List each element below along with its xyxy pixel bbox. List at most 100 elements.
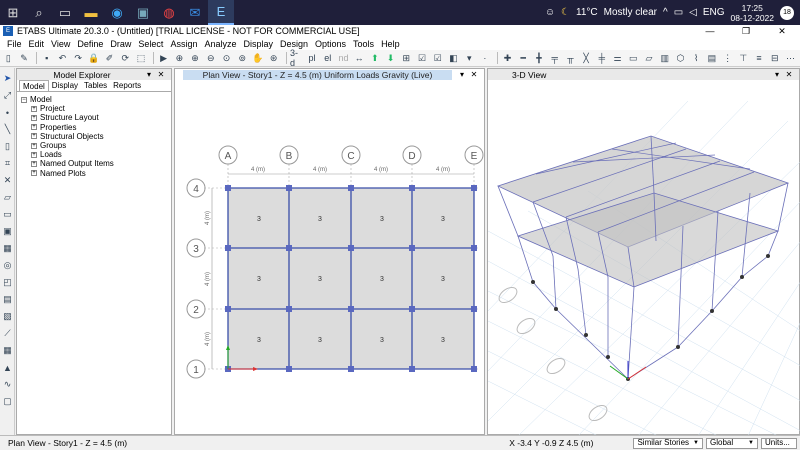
draw-slab-icon[interactable]: ▱ [643,52,656,65]
menu-tools[interactable]: Tools [350,39,378,49]
weather-temp[interactable]: 11°C [576,7,598,18]
mail-icon[interactable]: ✉ [182,0,208,25]
menu-options[interactable]: Options [312,39,350,49]
undo-icon[interactable]: ↶ [56,52,69,65]
menu-design[interactable]: Design [277,39,312,49]
lock-icon[interactable]: 🔒 [88,52,101,65]
draw-braces-icon[interactable]: ✕ [1,174,14,187]
select-icon[interactable]: ☑ [431,52,444,65]
draw-section-icon[interactable]: ╋ [533,52,546,65]
units-button[interactable]: Units... [761,437,797,449]
draw-grid-icon[interactable]: ⊟ [768,52,781,65]
draw-text-icon[interactable]: ≡ [753,52,766,65]
draw-reference-icon[interactable]: ⊤ [737,52,750,65]
save-icon[interactable]: ▪ [40,52,53,65]
zoom-out-icon[interactable]: ⊖ [204,52,217,65]
draw-link-vertical-icon[interactable]: ◰ [1,276,14,289]
expand-icon[interactable]: + [31,133,37,140]
volume-icon[interactable]: ◁ [689,7,697,18]
view-3d-button[interactable]: 3-d [290,48,303,68]
tree-item-structural-objects[interactable]: + Structural Objects [31,132,167,141]
quick-draw-area-icon[interactable]: ▣ [1,225,14,238]
grid-bubble-E[interactable]: E [464,145,484,188]
grid-bubble-B[interactable]: B [279,145,299,188]
redo-icon[interactable]: ↷ [72,52,85,65]
edge-browser-icon[interactable]: ◉ [104,0,130,25]
windows-start-icon[interactable]: ⊞ [0,0,26,25]
rotate-icon[interactable]: ⊛ [267,52,280,65]
expand-icon[interactable]: + [31,115,37,121]
view-elevation-button[interactable]: el [321,52,334,65]
draw-opening-icon[interactable]: ⬡ [674,52,687,65]
pan-icon[interactable]: ✋ [252,52,265,65]
menu-select[interactable]: Select [135,39,167,49]
tree-item-groups[interactable]: + Groups [31,141,167,150]
new-model-icon[interactable]: ▯ [2,52,15,65]
dropdown-icon[interactable]: ▾ [463,52,476,65]
draw-wall-vertical-icon[interactable]: ▦ [1,242,14,255]
expand-icon[interactable]: + [31,170,37,177]
draw-beam-icon[interactable]: ╤ [548,52,561,65]
chrome-icon[interactable]: ◍ [156,0,182,25]
panel-dropdown-icon[interactable]: ▾ [143,70,155,79]
menu-edit[interactable]: Edit [26,39,49,49]
grid-icon[interactable]: ⊞ [400,52,413,65]
view-nd-button[interactable]: nd [337,52,350,65]
draw-wave-icon[interactable]: ∿ [1,378,14,391]
plan-view-canvas[interactable]: A B C D E 4 3 2 1 4 (m) 4 (m) 4 (m) 4 (m… [175,81,486,436]
draw-dimension-line-icon[interactable]: ⟋ [1,327,14,340]
display-options-icon[interactable]: ◧ [447,52,460,65]
tree-item-named-plots[interactable]: + Named Plots [31,169,167,178]
draw-dimension-icon[interactable]: ⋮ [721,52,734,65]
coordinate-system-dropdown[interactable]: Global ▼ [706,437,758,449]
tab-tables[interactable]: Tables [81,80,110,91]
notification-badge[interactable]: 18 [780,5,794,20]
clock[interactable]: 17:25 08-12-2022 [731,3,774,23]
collapse-icon[interactable]: − [21,96,27,103]
draw-joint-vertical-icon[interactable]: • [1,106,14,119]
panel-close-icon[interactable]: ✕ [468,70,480,79]
quick-draw-icon[interactable]: ⌗ [1,157,14,170]
file-explorer-icon[interactable]: ▬ [78,0,104,25]
move-up-icon[interactable]: ⬆ [369,52,382,65]
expand-icon[interactable]: + [31,124,37,131]
draw-line-icon[interactable]: ╲ [1,123,14,136]
tab-display[interactable]: Display [49,80,81,91]
select-all-icon[interactable]: ☑ [416,52,429,65]
draw-grid-vertical-icon[interactable]: ▦ [1,344,14,357]
menu-define[interactable]: Define [74,39,107,49]
draw-floor-icon[interactable]: ▭ [627,52,640,65]
view-3d-window[interactable]: 3-D View ▾ ✕ [487,68,800,436]
draw-secondary-beam-icon[interactable]: ╪ [596,52,609,65]
draw-column-icon[interactable]: ╥ [564,52,577,65]
run-analysis-icon[interactable]: ▶ [157,52,170,65]
shrink-objects-icon[interactable]: · [479,52,492,65]
refresh-icon[interactable]: ⟳ [119,52,132,65]
grid-bubble-4[interactable]: 4 [186,178,206,198]
tree-item-named-output-items[interactable]: + Named Output Items [31,159,167,168]
draw-stairs-icon[interactable]: ▢ [1,395,14,408]
plan-view-window[interactable]: Plan View - Story1 - Z = 4.5 (m) Uniform… [174,68,485,435]
expand-icon[interactable]: + [31,161,37,168]
draw-rebar-icon[interactable]: ▤ [706,52,719,65]
grid-bubble-3[interactable]: 3 [186,238,206,258]
draw-frame-icon[interactable]: ━ [517,52,530,65]
grid-bubble-2[interactable]: 2 [186,299,206,319]
panel-dropdown-icon[interactable]: ▾ [771,70,783,79]
more-tools-icon[interactable]: ⋯ [784,52,797,65]
expand-icon[interactable]: + [31,105,37,112]
draw-rebar-vertical-icon[interactable]: ▧ [1,310,14,323]
zoom-in-icon[interactable]: ⊕ [189,52,202,65]
similar-stories-dropdown[interactable]: Similar Stories ▼ [633,437,703,449]
restore-icon[interactable]: ❐ [728,26,764,37]
rubber-band-zoom-icon[interactable]: ↔ [353,52,366,65]
people-icon[interactable]: ☺ [545,7,555,18]
draw-tendon-vertical-icon[interactable]: ▲ [1,361,14,374]
menu-analyze[interactable]: Analyze [201,39,240,49]
draw-joint-icon[interactable]: ✚ [501,52,514,65]
search-icon[interactable]: ⌕ [26,0,52,25]
store-icon[interactable]: ▣ [130,0,156,25]
etabs-taskbar-icon[interactable]: E [208,0,234,25]
pointer-icon[interactable]: ⬚ [135,52,148,65]
menu-view[interactable]: View [48,39,74,49]
